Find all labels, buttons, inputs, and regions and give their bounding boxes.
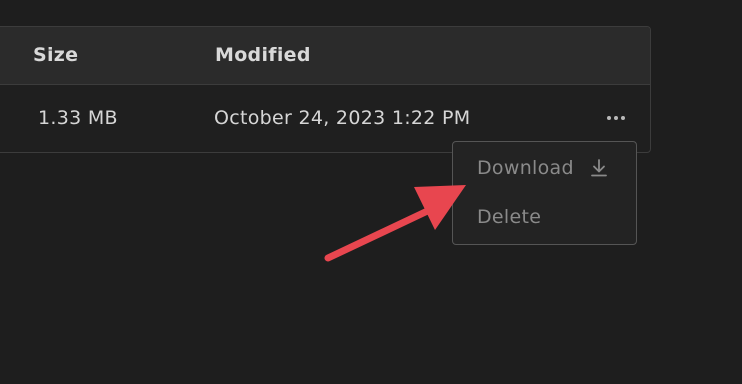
menu-item-download[interactable]: Download [453,145,636,191]
more-dot-icon [621,116,625,120]
file-modified-cell: October 24, 2023 1:22 PM [214,107,471,129]
column-header-modified[interactable]: Modified [215,44,311,66]
menu-item-label: Delete [477,206,542,228]
table-header: Size Modified [0,27,650,85]
files-panel: Size Modified 1.33 MB October 24, 2023 1… [0,0,742,384]
more-dot-icon [607,116,611,120]
column-header-size[interactable]: Size [33,44,78,66]
file-size-cell: 1.33 MB [38,107,118,129]
arrow-shaft [324,202,442,262]
files-table: Size Modified 1.33 MB October 24, 2023 1… [0,26,651,153]
more-options-button[interactable] [603,107,629,129]
download-icon [591,159,607,177]
menu-item-label: Download [477,157,574,179]
row-context-menu: Download Delete [452,141,637,245]
menu-item-delete[interactable]: Delete [453,194,636,240]
more-dot-icon [614,116,618,120]
